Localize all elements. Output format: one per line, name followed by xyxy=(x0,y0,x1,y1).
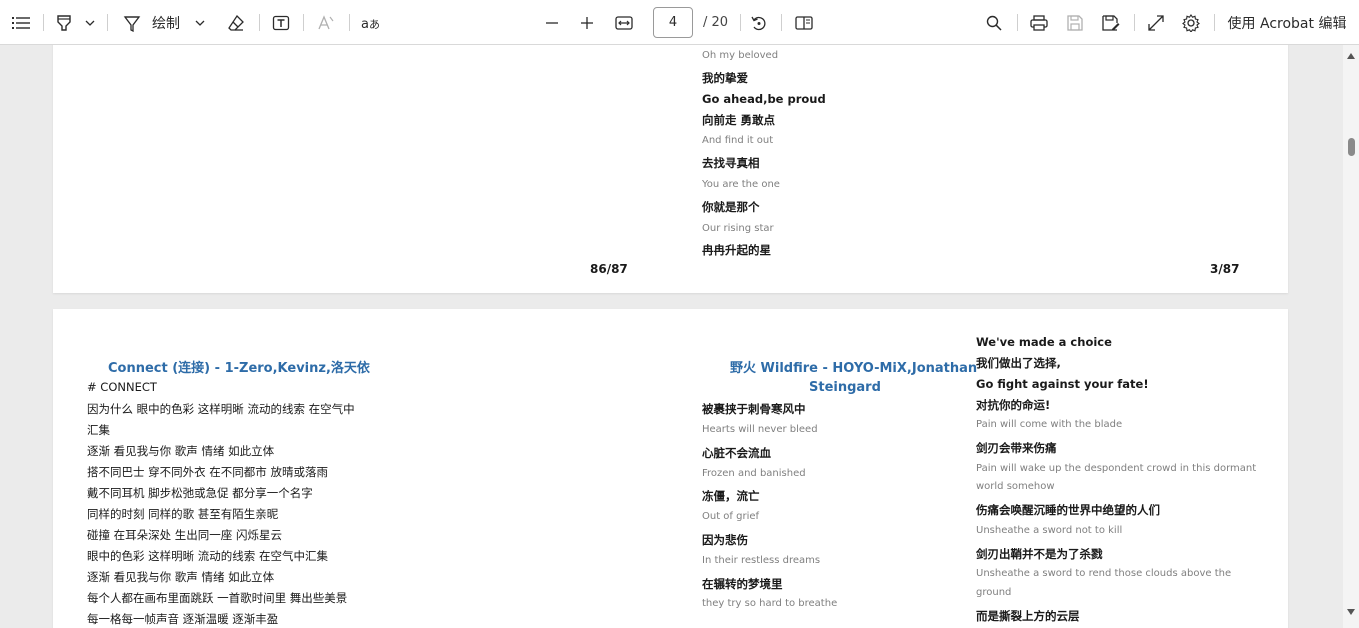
save-icon[interactable] xyxy=(1064,0,1086,45)
zoom-in-icon[interactable] xyxy=(577,0,597,45)
page-number-left: 86/87 xyxy=(590,262,628,276)
lyric-line: Frozen and banished xyxy=(702,468,806,479)
highlighter-icon[interactable] xyxy=(53,0,75,45)
lyric-line: 我们做出了选择, xyxy=(976,356,1061,370)
scrollbar-thumb[interactable] xyxy=(1348,138,1355,156)
eraser-icon[interactable] xyxy=(225,0,247,45)
pdf-page: Connect (连接) - 1-Zero,Kevinz,洛天依 # CONNE… xyxy=(53,309,1288,628)
lyric-line: Out of grief xyxy=(702,511,760,522)
pen-icon[interactable] xyxy=(121,0,143,45)
song-title: Connect (连接) - 1-Zero,Kevinz,洛天依 xyxy=(108,361,370,376)
lyric-line: 眼中的色彩 这样明晰 流动的线索 在空气中汇集 xyxy=(87,549,328,563)
lyric-line: 碰撞 在耳朵深处 生出同一座 闪烁星云 xyxy=(87,528,282,542)
page-number-input[interactable]: 4 xyxy=(653,7,693,38)
draw-label[interactable]: 绘制 xyxy=(150,0,182,45)
lyric-line: ground xyxy=(976,587,1012,598)
lyric-line: And find it out xyxy=(702,135,774,146)
lyric-line: 被裹挟于刺骨寒风中 xyxy=(702,402,806,416)
list-icon[interactable] xyxy=(9,0,33,45)
settings-icon[interactable] xyxy=(1180,0,1202,45)
lyric-line: Unsheathe a sword not to kill xyxy=(976,525,1123,536)
fullscreen-icon[interactable] xyxy=(1145,0,1167,45)
read-aloud-icon[interactable] xyxy=(315,0,337,45)
chevron-down-icon[interactable] xyxy=(193,0,207,45)
lyric-line: they try so hard to breathe xyxy=(702,598,838,609)
lyric-line: Unsheathe a sword to rend those clouds a… xyxy=(976,568,1232,579)
zoom-out-icon[interactable] xyxy=(542,0,562,45)
lyric-line: 因为悲伤 xyxy=(702,533,748,547)
lyric-line: 而是撕裂上方的云层 xyxy=(976,609,1080,623)
scroll-up-arrow-icon[interactable] xyxy=(1347,53,1355,59)
lyric-line: Go fight against your fate! xyxy=(976,377,1149,391)
page-number-right: 3/87 xyxy=(1210,262,1240,276)
lyric-line: 每一格每一帧声音 逐渐温暖 逐渐丰盈 xyxy=(87,612,279,626)
lyric-line: Pain will come with the blade xyxy=(976,419,1123,430)
toolbar-separator xyxy=(259,14,260,31)
page-number-value: 4 xyxy=(668,15,678,30)
lyric-line: 逐渐 看见我与你 歌声 情绪 如此立体 xyxy=(87,570,275,584)
lyric-line: 冻僵，流亡 xyxy=(702,489,760,503)
edit-with-acrobat-label: 使用 Acrobat 编辑 xyxy=(1227,15,1347,32)
lyric-line: 去找寻真相 xyxy=(702,156,760,170)
page-total: / 20 xyxy=(703,15,729,30)
toolbar-separator xyxy=(1017,14,1018,31)
lyric-line: 伤痛会唤醒沉睡的世界中绝望的人们 xyxy=(976,503,1160,517)
toolbar-separator xyxy=(1214,14,1215,31)
lyric-line: Pain will wake up the despondent crowd i… xyxy=(976,463,1257,474)
svg-text:a: a xyxy=(361,17,369,31)
lyric-line: 剑刃出鞘并不是为了杀戮 xyxy=(976,547,1103,561)
toolbar-separator xyxy=(781,14,782,31)
lyric-line: In their restless dreams xyxy=(702,555,821,566)
lyric-line: Our rising star xyxy=(702,223,774,234)
lyric-line: 剑刃会带来伤痛 xyxy=(976,441,1057,455)
lyric-line: 你就是那个 xyxy=(702,200,760,214)
draw-label-text: 绘制 xyxy=(152,15,180,32)
text-box-icon[interactable] xyxy=(270,0,292,45)
lyric-line: world somehow xyxy=(976,481,1055,492)
lyric-line: 汇集 xyxy=(87,423,110,437)
lyric-line: 每个人都在画布里面跳跃 一首歌时间里 舞出些美景 xyxy=(87,591,348,605)
chevron-down-icon[interactable] xyxy=(83,0,97,45)
lyric-line: Go ahead,be proud xyxy=(702,92,826,106)
lyric-line: 搭不同巴士 穿不同外衣 在不同都市 放晴或落雨 xyxy=(87,465,328,479)
lyric-line: We've made a choice xyxy=(976,335,1112,349)
save-as-icon[interactable] xyxy=(1100,0,1122,45)
edit-with-acrobat-button[interactable]: 使用 Acrobat 编辑 xyxy=(1226,0,1348,45)
toolbar-separator xyxy=(107,14,108,31)
lyric-line: You are the one xyxy=(702,179,780,190)
toolbar-separator xyxy=(349,14,350,31)
document-viewport[interactable]: Oh my beloved 我的挚爱 Go ahead,be proud 向前走… xyxy=(0,45,1343,628)
toolbar-separator xyxy=(303,14,304,31)
pdf-toolbar: 绘制 aあ 4 / 20 使用 Acrobat 编辑 xyxy=(0,0,1359,45)
rotate-icon[interactable] xyxy=(748,0,770,45)
search-icon[interactable] xyxy=(983,0,1005,45)
fit-width-icon[interactable] xyxy=(613,0,635,45)
toolbar-separator xyxy=(740,14,741,31)
song-title-continued: Steingard xyxy=(809,380,881,395)
song-title: 野火 Wildfire - HOYO-MiX,Jonathan xyxy=(730,361,978,376)
lyric-line: 戴不同耳机 脚步松弛或急促 都分享一个名字 xyxy=(87,486,313,500)
lyric-line: 心脏不会流血 xyxy=(702,446,771,460)
scroll-down-arrow-icon[interactable] xyxy=(1347,609,1355,615)
svg-text:あ: あ xyxy=(369,18,380,31)
print-icon[interactable] xyxy=(1028,0,1050,45)
lyric-line: Oh my beloved xyxy=(702,50,779,61)
lyric-line: 同样的时刻 同样的歌 甚至有陌生亲昵 xyxy=(87,507,279,521)
lyric-line: 因为什么 眼中的色彩 这样明晰 流动的线索 在空气中 xyxy=(87,402,355,416)
toolbar-separator xyxy=(1134,14,1135,31)
lyric-line: 在辗转的梦境里 xyxy=(702,577,783,591)
vertical-scrollbar[interactable] xyxy=(1343,45,1359,628)
lyric-line: 向前走 勇敢点 xyxy=(702,113,776,127)
toolbar-separator xyxy=(43,14,44,31)
lyric-line: # CONNECT xyxy=(87,380,157,394)
lyric-line: 我的挚爱 xyxy=(702,71,748,85)
lyric-line: 逐渐 看见我与你 歌声 情绪 如此立体 xyxy=(87,444,275,458)
lyric-line: 对抗你的命运! xyxy=(976,398,1051,412)
lyric-line: 冉冉升起的星 xyxy=(702,243,771,257)
pdf-page: Oh my beloved 我的挚爱 Go ahead,be proud 向前走… xyxy=(53,45,1288,293)
lyric-line: Hearts will never bleed xyxy=(702,424,818,435)
translate-icon[interactable]: aあ xyxy=(359,0,383,45)
two-page-icon[interactable] xyxy=(793,0,815,45)
